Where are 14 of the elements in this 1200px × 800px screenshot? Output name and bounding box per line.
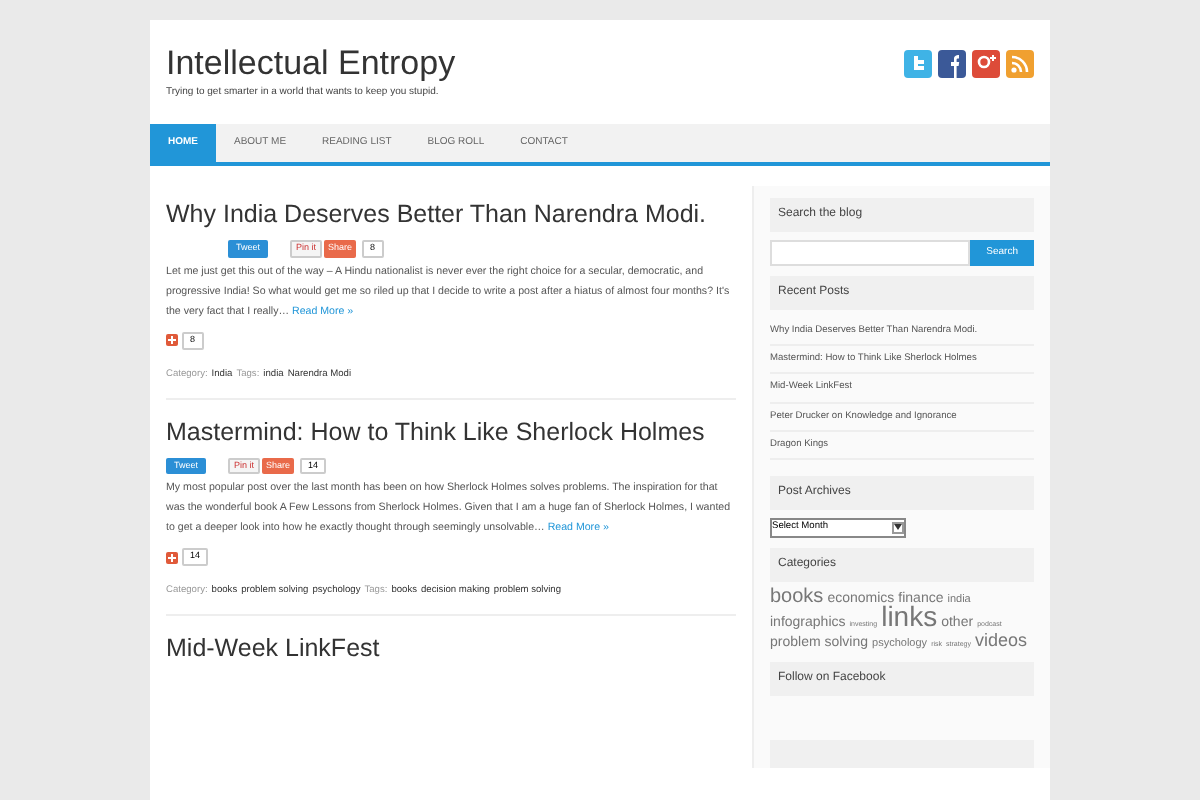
plus-icon[interactable] — [166, 334, 178, 347]
dropdown-arrow-icon — [892, 521, 904, 534]
search-field[interactable] — [770, 240, 971, 266]
rss-icon[interactable] — [1006, 50, 1034, 78]
category-cloud-link[interactable]: books — [770, 589, 824, 606]
category-cloud-link[interactable]: links — [881, 607, 938, 624]
google-plus-icon[interactable] — [972, 50, 1000, 78]
facebook-icon[interactable] — [938, 50, 966, 78]
plus-icon[interactable] — [166, 551, 178, 564]
post-title[interactable]: Why India Deserves Better Than Narendra Modi. — [166, 198, 736, 232]
post-title[interactable]: Mastermind: How to Think Like Sherlock Holmes — [166, 415, 736, 450]
post-title[interactable]: Mid-Week LinkFest — [166, 632, 736, 667]
category-cloud-link[interactable]: videos — [974, 631, 1027, 648]
site-title[interactable]: Intellectual Entropy — [166, 44, 456, 84]
